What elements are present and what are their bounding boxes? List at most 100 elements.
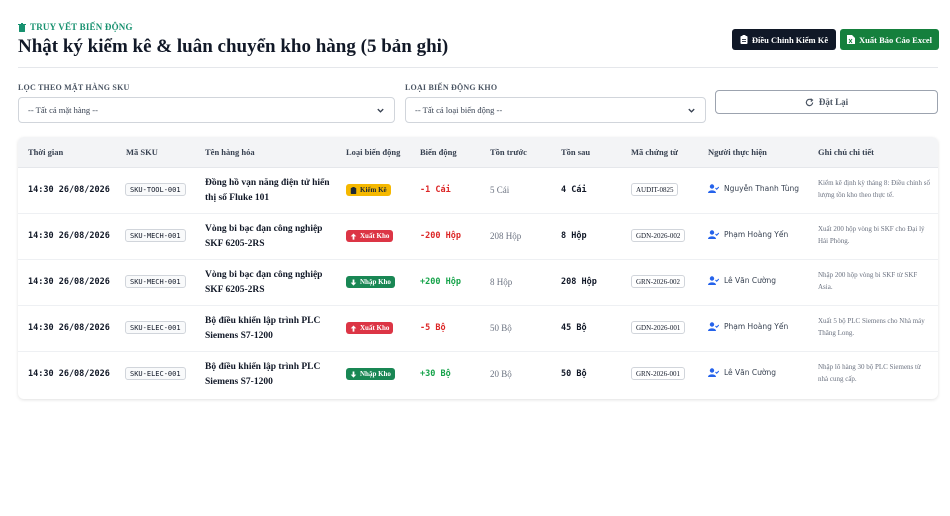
row-time: 14:30 26/08/2026 — [28, 369, 110, 379]
user-check-icon — [708, 184, 719, 193]
movement-type-badge: Kiểm Kê — [346, 184, 391, 196]
refresh-icon — [805, 97, 814, 106]
sku-chip: SKU-ELEC-001 — [125, 321, 186, 334]
trash-icon — [18, 22, 26, 32]
column-header-note: Ghi chú chi tiết — [818, 147, 874, 157]
stock-delta: +200 Hộp — [420, 277, 461, 287]
document-code-chip: GRN-2026-002 — [631, 275, 685, 288]
document-code-chip: GRN-2026-001 — [631, 367, 685, 380]
sku-filter-select[interactable]: -- Tất cả mặt hàng -- — [18, 97, 395, 123]
detail-note: Nhập 200 hộp vòng bi SKF từ SKF Asia. — [818, 271, 918, 291]
sku-filter-value: -- Tất cả mặt hàng -- — [28, 105, 98, 115]
table-row: 14:30 26/08/2026 SKU-ELEC-001 Bộ điều kh… — [18, 352, 938, 398]
file-excel-icon — [847, 35, 856, 44]
product-name: Bộ điều khiển lập trình PLC Siemens S7-1… — [205, 316, 321, 341]
column-header-type: Loại biến động — [346, 147, 401, 157]
product-name: Đồng hồ vạn năng điện tử hiển thị số Flu… — [205, 178, 330, 203]
type-filter-value: -- Tất cả loại biến động -- — [415, 105, 503, 115]
stock-after: 45 Bộ — [561, 323, 587, 333]
column-header-name: Tên hàng hóa — [205, 147, 255, 157]
arrow-up-icon — [350, 324, 357, 332]
user-name: Lê Văn Cường — [724, 368, 777, 377]
column-header-user: Người thực hiện — [708, 147, 767, 157]
stock-before: 50 Bộ — [490, 323, 512, 333]
movement-type-badge: Nhập Kho — [346, 276, 395, 288]
reset-filters-button[interactable]: Đặt Lại — [715, 90, 938, 114]
type-filter-label: LOẠI BIẾN ĐỘNG KHO — [405, 83, 498, 92]
performed-by: Lê Văn Cường — [708, 368, 776, 377]
user-check-icon — [708, 368, 719, 377]
detail-note: Kiểm kê định kỳ tháng 8: Điều chỉnh số l… — [818, 179, 930, 199]
row-time: 14:30 26/08/2026 — [28, 277, 110, 287]
column-header-time: Thời gian — [28, 147, 64, 157]
clipboard-icon — [740, 35, 748, 44]
user-check-icon — [708, 322, 719, 331]
product-name: Vòng bi bạc đạn công nghiệp SKF 6205-2RS — [205, 224, 323, 249]
inventory-log-table: Thời gian Mã SKU Tên hàng hóa Loại biến … — [18, 137, 938, 399]
stock-delta: +30 Bộ — [420, 369, 451, 379]
performed-by: Lê Văn Cường — [708, 276, 776, 285]
detail-note: Xuất 5 bộ PLC Siemens cho Nhà máy Thăng … — [818, 317, 925, 337]
sku-filter-label: LỌC THEO MẶT HÀNG SKU — [18, 83, 130, 92]
movement-type-label: Xuất Kho — [360, 232, 390, 240]
sku-chip: SKU-TOOL-001 — [125, 183, 186, 196]
export-excel-button[interactable]: Xuất Báo Cáo Excel — [840, 29, 939, 50]
stock-after: 50 Bộ — [561, 369, 587, 379]
column-header-delta: Biến động — [420, 147, 457, 157]
user-name: Phạm Hoàng Yến — [724, 322, 789, 331]
user-check-icon — [708, 230, 719, 239]
header-divider — [18, 67, 938, 68]
column-header-after: Tồn sau — [561, 147, 591, 157]
performed-by: Phạm Hoàng Yến — [708, 230, 788, 239]
sku-chip: SKU-MECH-001 — [125, 275, 186, 288]
clipboard-icon — [350, 186, 357, 194]
movement-type-label: Nhập Kho — [360, 370, 391, 378]
stock-after: 208 Hộp — [561, 277, 597, 287]
stock-delta: -5 Bộ — [420, 323, 446, 333]
table-row: 14:30 26/08/2026 SKU-TOOL-001 Đồng hồ vạ… — [18, 168, 938, 214]
stock-before: 20 Bộ — [490, 369, 512, 379]
movement-type-label: Nhập Kho — [360, 278, 391, 286]
user-check-icon — [708, 276, 719, 285]
table-row: 14:30 26/08/2026 SKU-ELEC-001 Bộ điều kh… — [18, 306, 938, 352]
table-row: 14:30 26/08/2026 SKU-MECH-001 Vòng bi bạ… — [18, 214, 938, 260]
sku-chip: SKU-ELEC-001 — [125, 367, 186, 380]
table-header: Thời gian Mã SKU Tên hàng hóa Loại biến … — [18, 137, 938, 168]
user-name: Nguyễn Thanh Tùng — [724, 184, 799, 193]
stock-delta: -200 Hộp — [420, 231, 461, 241]
eyebrow-label: TRUY VẾT BIẾN ĐỘNG — [30, 22, 133, 32]
user-name: Phạm Hoàng Yến — [724, 230, 789, 239]
detail-note: Nhập lô hàng 30 bộ PLC Siemens từ nhà cu… — [818, 363, 921, 383]
document-code-chip: GDN-2026-002 — [631, 229, 686, 242]
document-code-chip: GDN-2026-001 — [631, 321, 686, 334]
movement-type-badge: Nhập Kho — [346, 368, 395, 380]
arrow-down-icon — [350, 370, 357, 378]
user-name: Lê Văn Cường — [724, 276, 777, 285]
performed-by: Phạm Hoàng Yến — [708, 322, 788, 331]
column-header-document: Mã chứng từ — [631, 147, 679, 157]
movement-type-label: Kiểm Kê — [360, 186, 387, 194]
stock-before: 5 Cái — [490, 185, 510, 195]
chevron-down-icon — [688, 108, 695, 113]
stock-after: 4 Cái — [561, 185, 587, 195]
type-filter-select[interactable]: -- Tất cả loại biến động -- — [405, 97, 706, 123]
arrow-down-icon — [350, 278, 357, 286]
stock-before: 8 Hộp — [490, 277, 513, 287]
performed-by: Nguyễn Thanh Tùng — [708, 184, 799, 193]
export-excel-label: Xuất Báo Cáo Excel — [859, 34, 932, 45]
reset-filters-label: Đặt Lại — [818, 97, 849, 107]
document-code-chip: AUDIT-0825 — [631, 183, 679, 196]
column-header-sku: Mã SKU — [126, 147, 158, 157]
chevron-down-icon — [377, 108, 384, 113]
movement-type-badge: Xuất Kho — [346, 230, 394, 242]
adjust-inventory-label: Điều Chỉnh Kiểm Kê — [751, 34, 829, 45]
movement-type-badge: Xuất Kho — [346, 322, 394, 334]
adjust-inventory-button[interactable]: Điều Chỉnh Kiểm Kê — [732, 29, 836, 50]
stock-delta: -1 Cái — [420, 185, 451, 195]
product-name: Vòng bi bạc đạn công nghiệp SKF 6205-2RS — [205, 270, 323, 295]
product-name: Bộ điều khiển lập trình PLC Siemens S7-1… — [205, 362, 321, 387]
table-row: 14:30 26/08/2026 SKU-MECH-001 Vòng bi bạ… — [18, 260, 938, 306]
stock-after: 8 Hộp — [561, 231, 587, 241]
stock-before: 208 Hộp — [490, 231, 522, 241]
row-time: 14:30 26/08/2026 — [28, 185, 110, 195]
